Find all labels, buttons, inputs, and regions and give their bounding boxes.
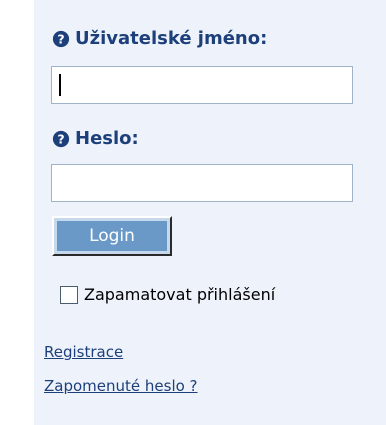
- remember-me-label[interactable]: Zapamatovat přihlášení: [84, 285, 275, 304]
- password-label: Heslo:: [75, 128, 139, 149]
- login-button[interactable]: Login: [52, 216, 172, 256]
- forgot-password-link[interactable]: Zapomenuté heslo ?: [44, 377, 198, 395]
- login-panel: [34, 0, 386, 425]
- password-label-row: ? Heslo:: [52, 128, 139, 149]
- username-input[interactable]: [51, 66, 353, 104]
- svg-text:?: ?: [57, 31, 64, 46]
- login-button-label: Login: [54, 218, 170, 254]
- remember-me-checkbox[interactable]: [60, 285, 78, 304]
- svg-text:?: ?: [57, 131, 64, 146]
- help-question-icon[interactable]: ?: [52, 130, 70, 148]
- username-label-row: ? Uživatelské jméno:: [52, 28, 267, 49]
- password-input[interactable]: [51, 164, 353, 202]
- username-label: Uživatelské jméno:: [75, 28, 268, 49]
- text-caret: [59, 74, 61, 96]
- help-question-icon[interactable]: ?: [52, 30, 70, 48]
- register-link[interactable]: Registrace: [44, 343, 123, 361]
- remember-me-row[interactable]: Zapamatovat přihlášení: [60, 285, 275, 304]
